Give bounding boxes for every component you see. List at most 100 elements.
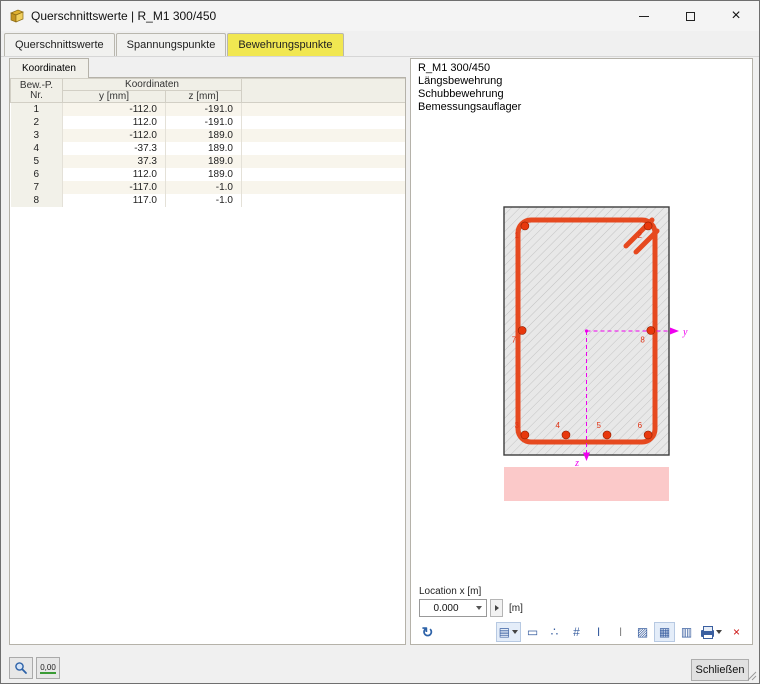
dimensions-icon: I	[597, 626, 600, 638]
dimensions-button[interactable]: I	[588, 622, 609, 642]
table-row[interactable]: 4-37.3189.0	[11, 142, 406, 155]
graphic-panel: R_M1 300/450 Längsbewehrung Schubbewehru…	[410, 58, 753, 645]
comment-zoom-button[interactable]	[9, 657, 33, 679]
cell-y[interactable]: -112.0	[63, 129, 166, 142]
refresh-icon: ↻	[422, 625, 434, 639]
cell-nr[interactable]: 8	[11, 194, 63, 207]
cell-filler[interactable]	[242, 155, 406, 168]
cell-y[interactable]: 112.0	[63, 168, 166, 181]
location-step-button[interactable]	[490, 599, 503, 617]
tab-bewehrungspunkte[interactable]: Bewehrungspunkte	[227, 33, 343, 56]
cell-z[interactable]: -1.0	[166, 181, 242, 194]
cell-filler[interactable]	[242, 103, 406, 117]
close-graphic-button[interactable]: ×	[726, 622, 747, 642]
window-title: Querschnittswerte | R_M1 300/450	[31, 9, 216, 23]
graphic-toolbar: ↻ ▤ ▭ ∴# I I ▨ ▦ ▥ ×	[417, 621, 747, 643]
rebar-point-label: 6	[638, 421, 643, 430]
cross-section-drawing[interactable]: y z 12345678	[429, 205, 759, 505]
table-row[interactable]: 2112.0-191.0	[11, 116, 406, 129]
cell-y[interactable]: -117.0	[63, 181, 166, 194]
table-row[interactable]: 7-117.0-1.0	[11, 181, 406, 194]
cell-filler[interactable]	[242, 194, 406, 207]
dropdown-arrow-icon	[512, 630, 518, 634]
cell-nr[interactable]: 3	[11, 129, 63, 142]
resize-grip[interactable]	[745, 669, 757, 681]
cell-filler[interactable]	[242, 181, 406, 194]
grid-button[interactable]: ▦	[654, 622, 675, 642]
location-combobox[interactable]: 0.000	[419, 599, 487, 617]
minimize-button[interactable]	[621, 1, 667, 31]
dimension-lines-icon: I	[619, 626, 622, 638]
tab-strip: Querschnittswerte Spannungspunkte Bewehr…	[1, 31, 759, 57]
cell-nr[interactable]: 6	[11, 168, 63, 181]
cell-y[interactable]: 117.0	[63, 194, 166, 207]
cell-filler[interactable]	[242, 142, 406, 155]
show-whole-section-button[interactable]: ▭	[522, 622, 543, 642]
info-section-name: R_M1 300/450	[418, 62, 521, 75]
info-line: Schubbewehrung	[418, 88, 521, 101]
subtab-koordinaten[interactable]: Koordinaten	[9, 58, 89, 78]
cell-z[interactable]: 189.0	[166, 155, 242, 168]
dialog-window: Querschnittswerte | R_M1 300/450 × Quers…	[0, 0, 760, 684]
show-whole-section-icon: ▭	[527, 626, 538, 638]
table-row[interactable]: 1-112.0-191.0	[11, 103, 406, 117]
column-header-filler	[242, 79, 406, 103]
refresh-graphic-button[interactable]: ↻	[417, 622, 438, 642]
cell-y[interactable]: 112.0	[63, 116, 166, 129]
cell-nr[interactable]: 1	[11, 103, 63, 117]
display-properties-button[interactable]: ▤	[496, 622, 521, 642]
tab-querschnittswerte[interactable]: Querschnittswerte	[4, 33, 115, 56]
table-row[interactable]: 3-112.0189.0	[11, 129, 406, 142]
cell-z[interactable]: -191.0	[166, 103, 242, 117]
graphic-toolbar-right: ▤ ▭ ∴# I I ▨ ▦ ▥ ×	[496, 622, 747, 642]
rebar-point	[644, 222, 652, 230]
table-row[interactable]: 537.3189.0	[11, 155, 406, 168]
dimension-lines-button[interactable]: I	[610, 622, 631, 642]
maximize-button[interactable]	[667, 1, 713, 31]
print-button[interactable]	[698, 622, 725, 642]
grid-icon: ▦	[659, 626, 670, 638]
rebar-point	[603, 431, 611, 439]
titlebar-buttons: ×	[621, 1, 759, 31]
cell-filler[interactable]	[242, 129, 406, 142]
cell-nr[interactable]: 2	[11, 116, 63, 129]
rebar-point	[521, 222, 529, 230]
render-view-button[interactable]: ▨	[632, 622, 653, 642]
info-line: Längsbewehrung	[418, 75, 521, 88]
centroid	[585, 329, 588, 332]
tab-spannungspunkte[interactable]: Spannungspunkte	[116, 33, 227, 56]
z-axis-label: z	[574, 458, 579, 469]
decimal-places-button[interactable]: 0,00	[36, 657, 60, 679]
cell-nr[interactable]: 4	[11, 142, 63, 155]
schliessen-button[interactable]: Schließen	[691, 659, 749, 681]
cell-z[interactable]: 189.0	[166, 142, 242, 155]
cell-z[interactable]: 189.0	[166, 129, 242, 142]
maximize-icon	[686, 12, 695, 21]
table-row[interactable]: 6112.0189.0	[11, 168, 406, 181]
cell-filler[interactable]	[242, 168, 406, 181]
y-axis-arrow	[670, 328, 679, 335]
stress-points-button[interactable]: ∴	[544, 622, 565, 642]
cell-y[interactable]: -112.0	[63, 103, 166, 117]
cell-z[interactable]: 189.0	[166, 168, 242, 181]
cell-z[interactable]: -1.0	[166, 194, 242, 207]
chevron-down-icon[interactable]	[472, 600, 486, 616]
cell-filler[interactable]	[242, 116, 406, 129]
display-properties-icon: ▤	[499, 626, 510, 638]
rebar-point-label: 8	[640, 335, 645, 344]
cell-nr[interactable]: 7	[11, 181, 63, 194]
close-button[interactable]: ×	[713, 1, 759, 31]
rebar-point-label: 7	[512, 335, 517, 344]
cell-y[interactable]: 37.3	[63, 155, 166, 168]
cell-y[interactable]: -37.3	[63, 142, 166, 155]
info-line: Bemessungsauflager	[418, 101, 521, 114]
values-table-button[interactable]: ▥	[676, 622, 697, 642]
table-row[interactable]: 8117.0-1.0	[11, 194, 406, 207]
title-bar[interactable]: Querschnittswerte | R_M1 300/450 ×	[1, 1, 759, 31]
rebar-point-label: 3	[514, 421, 519, 430]
numbering-button[interactable]: #	[566, 622, 587, 642]
cell-z[interactable]: -191.0	[166, 116, 242, 129]
cell-nr[interactable]: 5	[11, 155, 63, 168]
minimize-icon	[639, 16, 649, 17]
values-table-icon: ▥	[681, 626, 692, 638]
